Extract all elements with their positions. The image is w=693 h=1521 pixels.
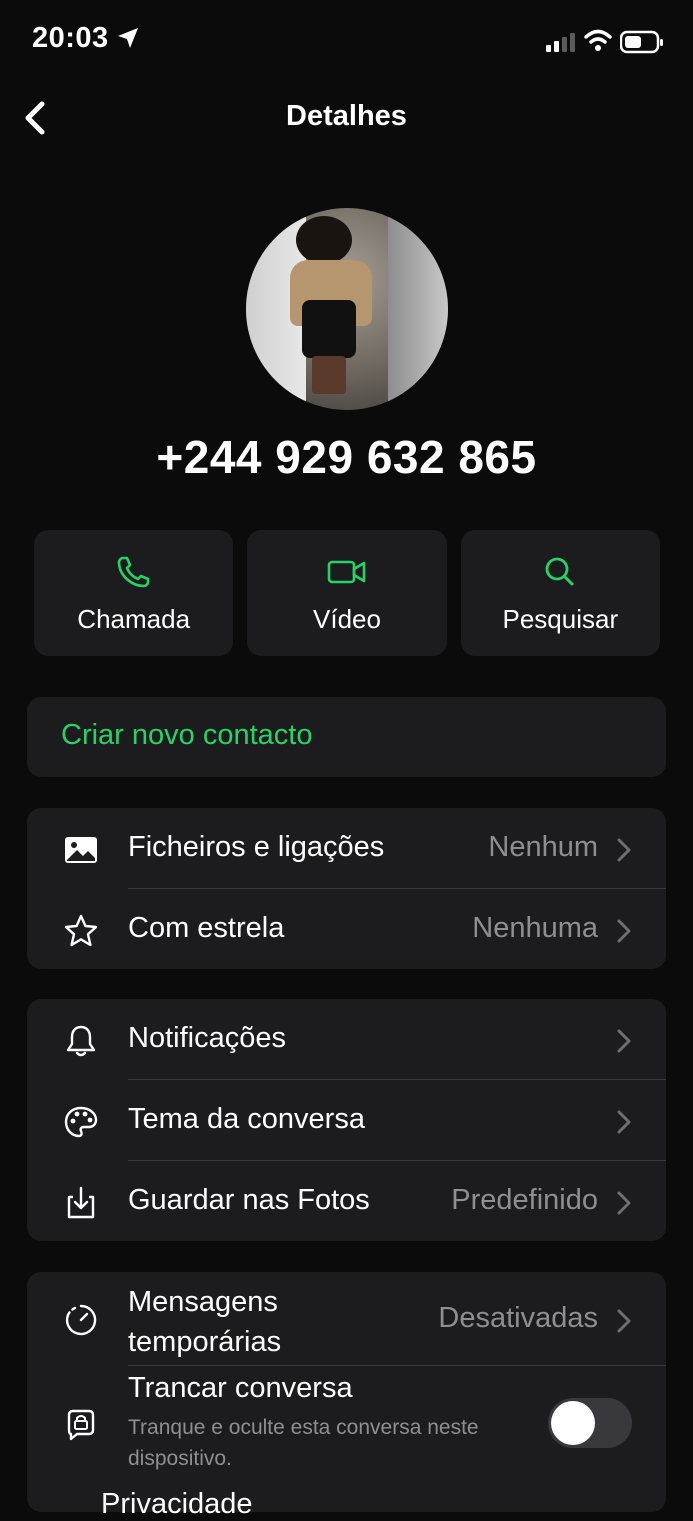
files-and-links-value: Nenhum <box>488 831 598 863</box>
phone-icon <box>117 556 149 588</box>
palette-icon <box>64 1106 98 1138</box>
chevron-right-icon <box>617 838 631 862</box>
download-icon <box>67 1186 95 1219</box>
files-and-links-label: Ficheiros e ligações <box>128 831 385 863</box>
quick-actions: Chamada Vídeo Pesquisar <box>34 530 660 656</box>
chevron-right-icon <box>617 1191 631 1215</box>
privacy-row-partial[interactable]: Privacidade <box>101 1488 253 1521</box>
disappearing-messages-value: Desativadas <box>438 1302 598 1334</box>
lock-chat-toggle[interactable] <box>548 1398 632 1448</box>
files-and-links-row[interactable]: Ficheiros e ligações Nenhum <box>27 808 666 889</box>
bell-icon <box>66 1025 96 1057</box>
cellular-signal-icon <box>546 33 575 52</box>
create-contact-button[interactable]: Criar novo contacto <box>27 697 666 777</box>
navigation-bar: Detalhes <box>0 84 693 150</box>
chevron-right-icon <box>617 1110 631 1134</box>
disappearing-messages-row[interactable]: Mensagens temporárias Desativadas <box>27 1272 666 1366</box>
privacy-section: Mensagens temporárias Desativadas Tranca… <box>27 1272 666 1512</box>
chat-theme-label: Tema da conversa <box>128 1103 365 1135</box>
chat-lock-icon <box>67 1409 95 1441</box>
disappearing-messages-label-line2: temporárias <box>128 1326 282 1358</box>
starred-messages-row[interactable]: Com estrela Nenhuma <box>27 889 666 969</box>
call-button[interactable]: Chamada <box>34 530 234 656</box>
video-button[interactable]: Vídeo <box>247 530 447 656</box>
chevron-right-icon <box>617 1309 631 1333</box>
contact-avatar[interactable] <box>246 208 448 410</box>
location-arrow-icon <box>118 28 138 48</box>
status-time: 20:03 <box>32 22 109 54</box>
save-to-photos-row[interactable]: Guardar nas Fotos Predefinido <box>27 1161 666 1241</box>
battery-icon <box>620 30 663 54</box>
media-section: Ficheiros e ligações Nenhum Com estrela … <box>27 808 666 969</box>
save-to-photos-value: Predefinido <box>451 1184 598 1216</box>
disappearing-messages-label: Mensagens temporárias <box>128 1282 281 1362</box>
call-button-label: Chamada <box>77 604 191 634</box>
timer-icon <box>65 1304 97 1336</box>
toggle-knob <box>551 1401 595 1445</box>
chevron-right-icon <box>617 919 631 943</box>
video-icon <box>327 560 366 584</box>
contact-phone-number: +244 929 632 865 <box>156 431 537 483</box>
image-icon <box>65 837 97 863</box>
chat-settings-section: Notificações Tema da conversa Guardar na… <box>27 999 666 1241</box>
chat-theme-row[interactable]: Tema da conversa <box>27 1080 666 1161</box>
video-button-label: Vídeo <box>313 604 381 634</box>
starred-messages-label: Com estrela <box>128 912 285 944</box>
lock-chat-subtitle: Tranque e oculte esta conversa neste dis… <box>128 1416 479 1470</box>
starred-messages-value: Nenhuma <box>472 912 598 944</box>
page-title: Detalhes <box>286 100 407 132</box>
notifications-row[interactable]: Notificações <box>27 999 666 1080</box>
notifications-label: Notificações <box>128 1022 286 1054</box>
search-button-label: Pesquisar <box>502 604 619 634</box>
star-icon <box>64 914 98 947</box>
status-bar: 20:03 <box>0 0 693 84</box>
disappearing-messages-label-line1: Mensagens <box>128 1286 278 1318</box>
create-contact-label: Criar novo contacto <box>61 719 313 751</box>
search-icon <box>545 557 574 586</box>
wifi-icon <box>584 29 612 51</box>
save-to-photos-label: Guardar nas Fotos <box>128 1184 370 1216</box>
lock-chat-row: Trancar conversa Tranque e oculte esta c… <box>27 1366 666 1478</box>
chevron-right-icon <box>617 1029 631 1053</box>
search-button[interactable]: Pesquisar <box>460 530 660 656</box>
lock-chat-label: Trancar conversa <box>128 1372 353 1404</box>
